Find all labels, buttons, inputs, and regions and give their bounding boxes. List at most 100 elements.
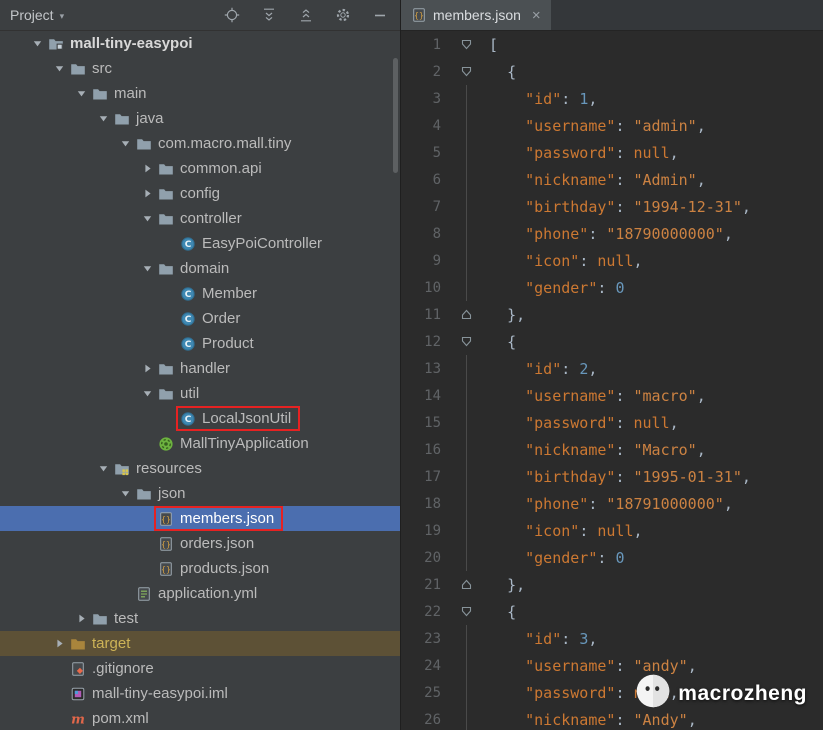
code-line[interactable]: 19 "icon": null, <box>401 517 823 544</box>
svg-text:C: C <box>185 290 192 300</box>
tree-row-config[interactable]: config <box>0 181 400 206</box>
chevron-expanded-icon[interactable] <box>116 131 134 156</box>
fold-region-start-icon[interactable] <box>449 328 483 355</box>
tree-row-members-json[interactable]: {}members.json <box>0 506 400 531</box>
chevron-expanded-icon[interactable] <box>72 81 90 106</box>
collapse-all-icon[interactable] <box>298 7 314 23</box>
watermark-text: macrozheng <box>678 682 807 706</box>
expand-all-icon[interactable] <box>261 7 277 23</box>
tree-row-java[interactable]: java <box>0 106 400 131</box>
code-line[interactable]: 23 "id": 3, <box>401 625 823 652</box>
tree-row-localjsonutil[interactable]: CLocalJsonUtil <box>0 406 400 431</box>
tree-row-mall-tiny-easypoi[interactable]: mall-tiny-easypoi <box>0 31 400 56</box>
tree-row--gitignore[interactable]: .gitignore <box>0 656 400 681</box>
chevron-expanded-icon[interactable] <box>50 56 68 81</box>
code-line[interactable]: 21 }, <box>401 571 823 598</box>
code-line[interactable]: 18 "phone": "18791000000", <box>401 490 823 517</box>
tree-row-application-yml[interactable]: application.yml <box>0 581 400 606</box>
fold-region-end-icon[interactable] <box>449 301 483 328</box>
tree-row-target[interactable]: target <box>0 631 400 656</box>
code-line[interactable]: 16 "nickname": "Macro", <box>401 436 823 463</box>
tree-row-member[interactable]: CMember <box>0 281 400 306</box>
token: 1 <box>579 90 588 108</box>
tree-row-domain[interactable]: domain <box>0 256 400 281</box>
token: "username" <box>525 387 615 405</box>
fold-region-start-icon[interactable] <box>449 598 483 625</box>
code-editor[interactable]: 1[2 {3 "id": 1,4 "username": "admin",5 "… <box>401 31 823 730</box>
tree-row-common-api[interactable]: common.api <box>0 156 400 181</box>
token: , <box>688 657 697 675</box>
code-line[interactable]: 15 "password": null, <box>401 409 823 436</box>
tree-row-product[interactable]: CProduct <box>0 331 400 356</box>
token: , <box>742 198 751 216</box>
select-opened-file-icon[interactable] <box>224 7 240 23</box>
code-line[interactable]: 2 { <box>401 58 823 85</box>
chevron-expanded-icon[interactable] <box>28 31 46 56</box>
token <box>489 657 525 675</box>
chevron-expanded-icon[interactable] <box>138 256 156 281</box>
tree-scrollbar[interactable] <box>393 58 398 173</box>
fold-region-start-icon[interactable] <box>449 58 483 85</box>
code-line[interactable]: 3 "id": 1, <box>401 85 823 112</box>
chevron-collapsed-icon[interactable] <box>138 181 156 206</box>
code-line[interactable]: 4 "username": "admin", <box>401 112 823 139</box>
token: null <box>634 414 670 432</box>
chevron-expanded-icon[interactable] <box>94 456 112 481</box>
code-line[interactable]: 17 "birthday": "1995-01-31", <box>401 463 823 490</box>
code-line[interactable]: 10 "gender": 0 <box>401 274 823 301</box>
tree-row-easypoicontroller[interactable]: CEasyPoiController <box>0 231 400 256</box>
tree-row-controller[interactable]: controller <box>0 206 400 231</box>
settings-gear-icon[interactable] <box>335 7 351 23</box>
code-line[interactable]: 22 { <box>401 598 823 625</box>
tree-row-mall-tiny-easypoi-iml[interactable]: mall-tiny-easypoi.iml <box>0 681 400 706</box>
tree-row-malltinyapplication[interactable]: MallTinyApplication <box>0 431 400 456</box>
line-number: 21 <box>401 577 449 593</box>
hide-panel-icon[interactable] <box>372 7 388 23</box>
close-icon[interactable]: × <box>532 8 541 23</box>
tree-row-pom-xml[interactable]: mpom.xml <box>0 706 400 730</box>
code-line[interactable]: 7 "birthday": "1994-12-31", <box>401 193 823 220</box>
chevron-expanded-icon[interactable] <box>138 206 156 231</box>
code-line[interactable]: 13 "id": 2, <box>401 355 823 382</box>
chevron-collapsed-icon[interactable] <box>138 356 156 381</box>
project-tree: mall-tiny-easypoisrcmain java com.macro.ma… <box>0 31 400 730</box>
code-line[interactable]: 9 "icon": null, <box>401 247 823 274</box>
code-line[interactable]: 6 "nickname": "Admin", <box>401 166 823 193</box>
tree-row-content: resources <box>112 458 209 479</box>
chevron-collapsed-icon[interactable] <box>138 156 156 181</box>
code-line[interactable]: 11 }, <box>401 301 823 328</box>
tree-row-src[interactable]: src <box>0 56 400 81</box>
code-line[interactable]: 8 "phone": "18790000000", <box>401 220 823 247</box>
chevron-spacer <box>50 656 68 681</box>
tree-row-util[interactable]: util <box>0 381 400 406</box>
tree-row-order[interactable]: COrder <box>0 306 400 331</box>
chevron-expanded-icon[interactable] <box>94 106 112 131</box>
chevron-collapsed-icon[interactable] <box>50 631 68 656</box>
chevron-collapsed-icon[interactable] <box>72 606 90 631</box>
code-line[interactable]: 20 "gender": 0 <box>401 544 823 571</box>
fold-region-start-icon[interactable] <box>449 31 483 58</box>
code-line[interactable]: 12 { <box>401 328 823 355</box>
code-line[interactable]: 1[ <box>401 31 823 58</box>
tree-item-label: java <box>136 110 164 127</box>
tree-row-resources[interactable]: resources <box>0 456 400 481</box>
tree-item-label: json <box>158 485 186 502</box>
tree-row-handler[interactable]: handler <box>0 356 400 381</box>
tree-row-test[interactable]: test <box>0 606 400 631</box>
tree-row-orders-json[interactable]: {}orders.json <box>0 531 400 556</box>
tree-row-main[interactable]: main <box>0 81 400 106</box>
tree-row-products-json[interactable]: {}products.json <box>0 556 400 581</box>
token: : <box>615 198 633 216</box>
chevron-expanded-icon[interactable] <box>138 381 156 406</box>
tree-row-json[interactable]: json <box>0 481 400 506</box>
json-file-icon: {} <box>158 536 174 552</box>
tree-row-com-macro-mall-tiny[interactable]: com.macro.mall.tiny <box>0 131 400 156</box>
project-panel-title[interactable]: Project <box>10 7 54 23</box>
code-line[interactable]: 14 "username": "macro", <box>401 382 823 409</box>
tab-members-json[interactable]: {} members.json × <box>401 0 551 30</box>
fold-region-end-icon[interactable] <box>449 571 483 598</box>
chevron-down-icon[interactable]: ▾ <box>60 11 65 22</box>
chevron-expanded-icon[interactable] <box>116 481 134 506</box>
code-line[interactable]: 5 "password": null, <box>401 139 823 166</box>
class-icon: C <box>180 311 196 327</box>
